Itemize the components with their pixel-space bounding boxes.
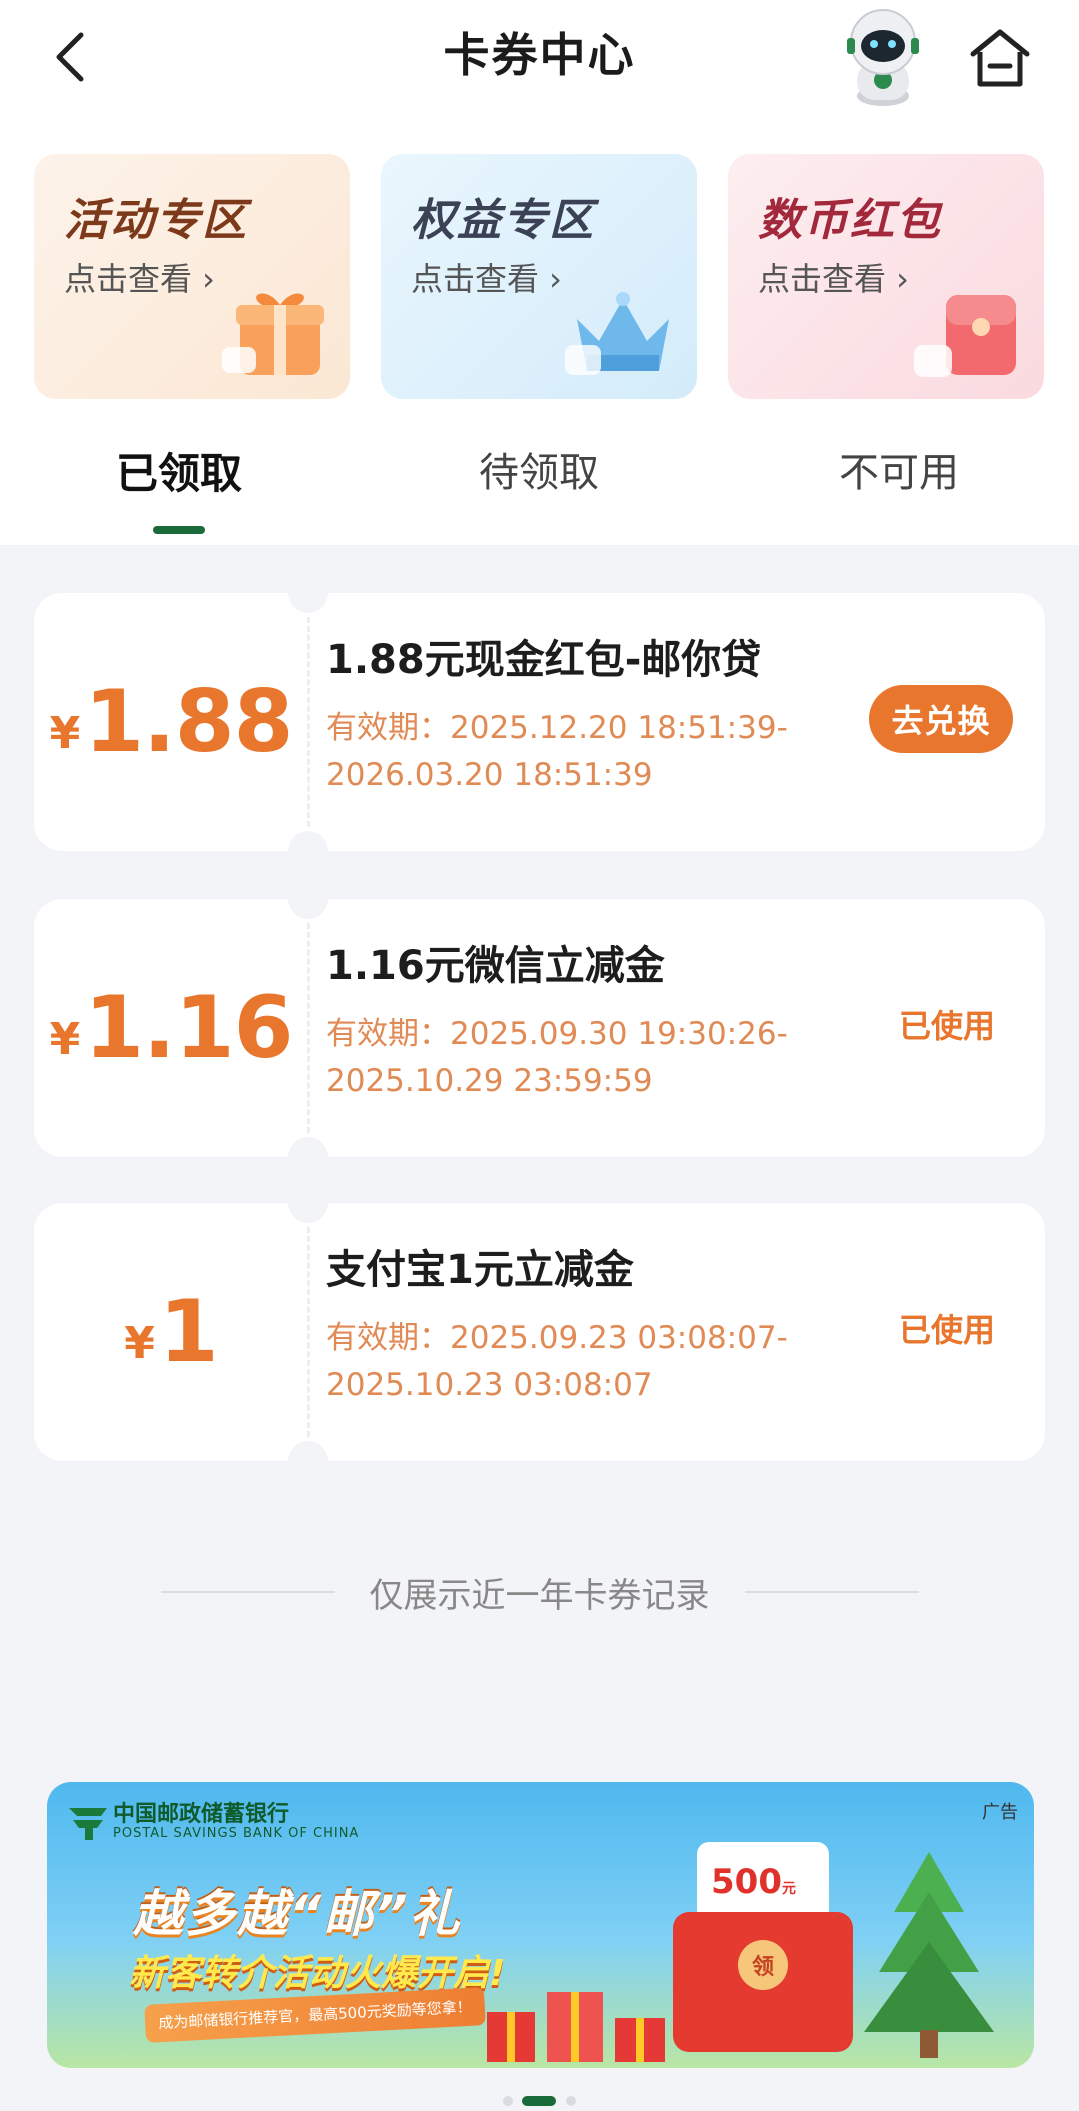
pine-tree-icon (864, 1852, 994, 2058)
carousel-dot[interactable] (566, 2096, 576, 2106)
coupon-validity: 有效期：2025.09.23 03:08:07- 2025.10.23 03:0… (326, 1315, 846, 1409)
active-tab-indicator (153, 526, 205, 534)
amount-value: 1.88 (84, 672, 293, 772)
coupon-name: 1.16元微信立减金 (326, 943, 665, 989)
validity-end: 2025.10.29 23:59:59 (326, 1063, 653, 1099)
home-icon (970, 29, 1030, 87)
bank-name-en: POSTAL SAVINGS BANK OF CHINA (113, 1826, 360, 1841)
coupon-card[interactable]: ¥ 1.16 1.16元微信立减金 有效期：2025.09.30 19:30:2… (34, 879, 1045, 1177)
rights-zone-card[interactable]: 权益专区 点击查看 › (381, 154, 697, 399)
red-packet-illustration: 500元 领 (673, 1842, 853, 2052)
used-status-label: 已使用 (898, 1311, 995, 1349)
red-envelope-icon (914, 295, 1016, 377)
gift-box-icon (222, 293, 324, 375)
crown-icon (565, 292, 669, 375)
currency-symbol: ¥ (49, 707, 81, 759)
coupon-name: 1.88元现金红包-邮你贷 (326, 637, 762, 683)
coupon-name: 支付宝1元立减金 (326, 1247, 634, 1293)
coupon-validity: 有效期：2025.12.20 18:51:39- 2026.03.20 18:5… (326, 705, 846, 799)
coupon-amount: ¥ 1.88 (34, 593, 308, 851)
packet-amount: 500元 (711, 1862, 796, 1902)
validity-start: 有效期：2025.09.23 03:08:07- (326, 1320, 788, 1356)
packet-amount-value: 500 (711, 1862, 782, 1902)
home-button[interactable] (965, 26, 1035, 90)
redeem-button[interactable]: 去兑换 (869, 685, 1013, 753)
zone-link: 点击查看 › (411, 260, 562, 298)
zone-title: 数币红包 (758, 195, 942, 246)
tab-unavailable[interactable]: 不可用 (779, 440, 1019, 498)
currency-symbol: ¥ (49, 1013, 81, 1065)
packet-amount-unit: 元 (781, 1881, 796, 1897)
activity-zone-card[interactable]: 活动专区 点击查看 › (34, 154, 350, 399)
packet-seal: 领 (738, 1940, 788, 1990)
validity-end: 2025.10.23 03:08:07 (326, 1367, 653, 1403)
coupon-validity: 有效期：2025.09.30 19:30:26- 2025.10.29 23:5… (326, 1011, 846, 1105)
amount-value: 1 (158, 1282, 219, 1382)
used-status-label: 已使用 (898, 1007, 995, 1045)
tab-pending[interactable]: 待领取 (419, 440, 659, 498)
zone-link: 点击查看 › (758, 260, 909, 298)
top-panel: 卡券中心 活动专区 点击查看 › 权益专区 点击查看 › 数币红包 点击查看 ›… (0, 0, 1079, 545)
ad-headline: 越多越“邮”礼 (133, 1885, 462, 1943)
assistant-robot-icon[interactable] (833, 4, 933, 108)
gift-boxes-icon (487, 1992, 665, 2062)
validity-start: 有效期：2025.12.20 18:51:39- (326, 710, 788, 746)
carousel-dot-active[interactable] (522, 2096, 556, 2106)
carousel-indicator (0, 2096, 1079, 2108)
validity-end: 2026.03.20 18:51:39 (326, 757, 653, 793)
zone-title: 权益专区 (411, 195, 595, 246)
ad-banner[interactable]: 中国邮政储蓄银行 POSTAL SAVINGS BANK OF CHINA 广告… (47, 1782, 1034, 2068)
digital-coin-zone-card[interactable]: 数币红包 点击查看 › (728, 154, 1044, 399)
zone-link: 点击查看 › (64, 260, 215, 298)
packet-body: 领 (673, 1912, 853, 2052)
carousel-dot[interactable] (503, 2096, 513, 2106)
ad-tag: 广告 (982, 1802, 1018, 1823)
bank-name: 中国邮政储蓄银行 (113, 1802, 290, 1827)
divider-line (745, 1591, 919, 1593)
coupon-card[interactable]: ¥ 1.88 1.88元现金红包-邮你贷 有效期：2025.12.20 18:5… (34, 573, 1045, 871)
amount-value: 1.16 (84, 978, 293, 1078)
coupon-amount: ¥ 1 (34, 1203, 308, 1461)
currency-symbol: ¥ (124, 1317, 155, 1369)
coupon-amount: ¥ 1.16 (34, 899, 308, 1157)
validity-start: 有效期：2025.09.30 19:30:26- (326, 1016, 788, 1052)
coupon-card[interactable]: ¥ 1 支付宝1元立减金 有效期：2025.09.23 03:08:07- 20… (34, 1183, 1045, 1481)
tab-received[interactable]: 已领取 (59, 440, 299, 501)
zone-title: 活动专区 (64, 195, 248, 246)
